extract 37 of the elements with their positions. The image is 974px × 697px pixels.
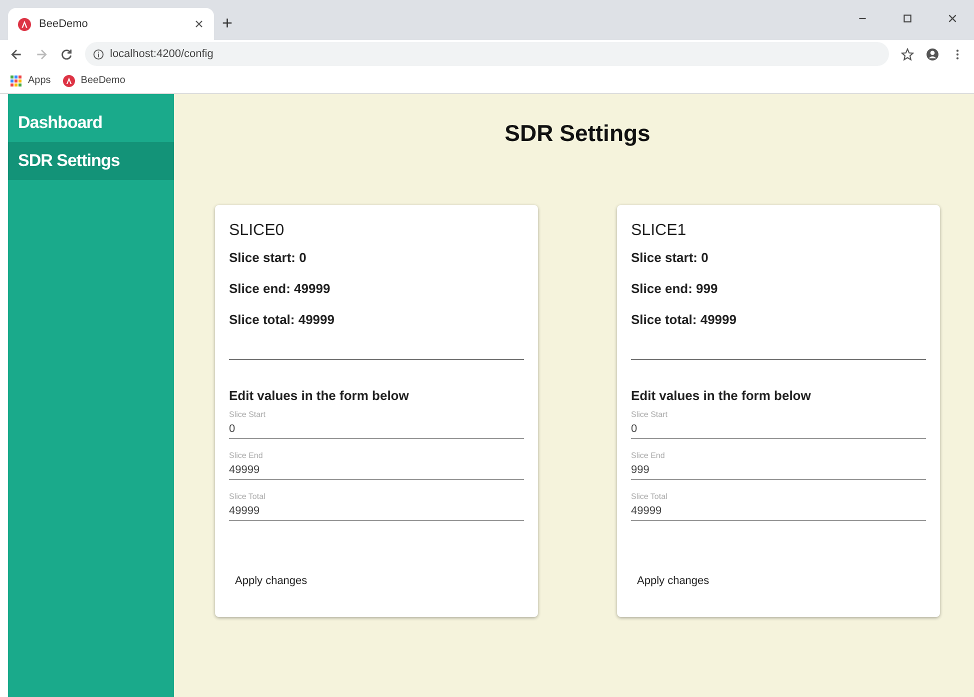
- star-icon[interactable]: [901, 48, 914, 60]
- page-title: SDR Settings: [504, 120, 652, 147]
- card-title: SLICE1: [631, 222, 688, 240]
- new-tab-button[interactable]: +: [222, 13, 233, 34]
- input-field[interactable]: Slice Total 49999: [229, 492, 524, 521]
- sidebar-item[interactable]: SDR Settings: [8, 142, 174, 180]
- bookmark[interactable]: BeeDemo: [62, 74, 126, 86]
- address-field[interactable]: localhost:4200/config: [85, 42, 889, 66]
- input-field[interactable]: Slice Total 49999: [631, 492, 926, 521]
- account-icon[interactable]: [926, 48, 939, 60]
- slice-fact: Slice end: 999: [631, 281, 719, 296]
- form-heading: Edit values in the form below: [631, 388, 812, 403]
- slice-fact: Slice total: 49999: [631, 312, 738, 327]
- input-field[interactable]: Slice Start 0: [229, 410, 524, 439]
- close-icon[interactable]: [947, 13, 958, 24]
- apply-button[interactable]: Apply changes: [631, 567, 716, 595]
- slice-fact: Slice start: 0: [229, 250, 308, 265]
- apply-button[interactable]: Apply changes: [229, 567, 314, 595]
- back-arrow-icon[interactable]: [10, 48, 23, 60]
- info-icon: [93, 48, 104, 60]
- tab-title: BeeDemo: [39, 18, 89, 30]
- shield-logo-icon: [18, 18, 31, 30]
- input-field[interactable]: Slice End 49999: [229, 451, 524, 480]
- slice-fact: Slice start: 0: [631, 250, 710, 265]
- reload-icon[interactable]: [60, 48, 73, 60]
- card-title: SLICE0: [229, 222, 286, 240]
- maximize-icon[interactable]: [902, 13, 913, 24]
- form-heading: Edit values in the form below: [229, 388, 410, 403]
- apps-grid-icon: [10, 74, 22, 86]
- slice-fact: Slice total: 49999: [229, 312, 336, 327]
- slice-fact: Slice end: 49999: [229, 281, 332, 296]
- close-icon[interactable]: [194, 19, 204, 29]
- shield-logo-icon: [62, 74, 75, 86]
- bookmark[interactable]: Apps: [10, 74, 51, 86]
- input-field[interactable]: Slice End 999: [631, 451, 926, 480]
- input-field[interactable]: Slice Start 0: [631, 410, 926, 439]
- browser-tab[interactable]: BeeDemo: [8, 8, 214, 40]
